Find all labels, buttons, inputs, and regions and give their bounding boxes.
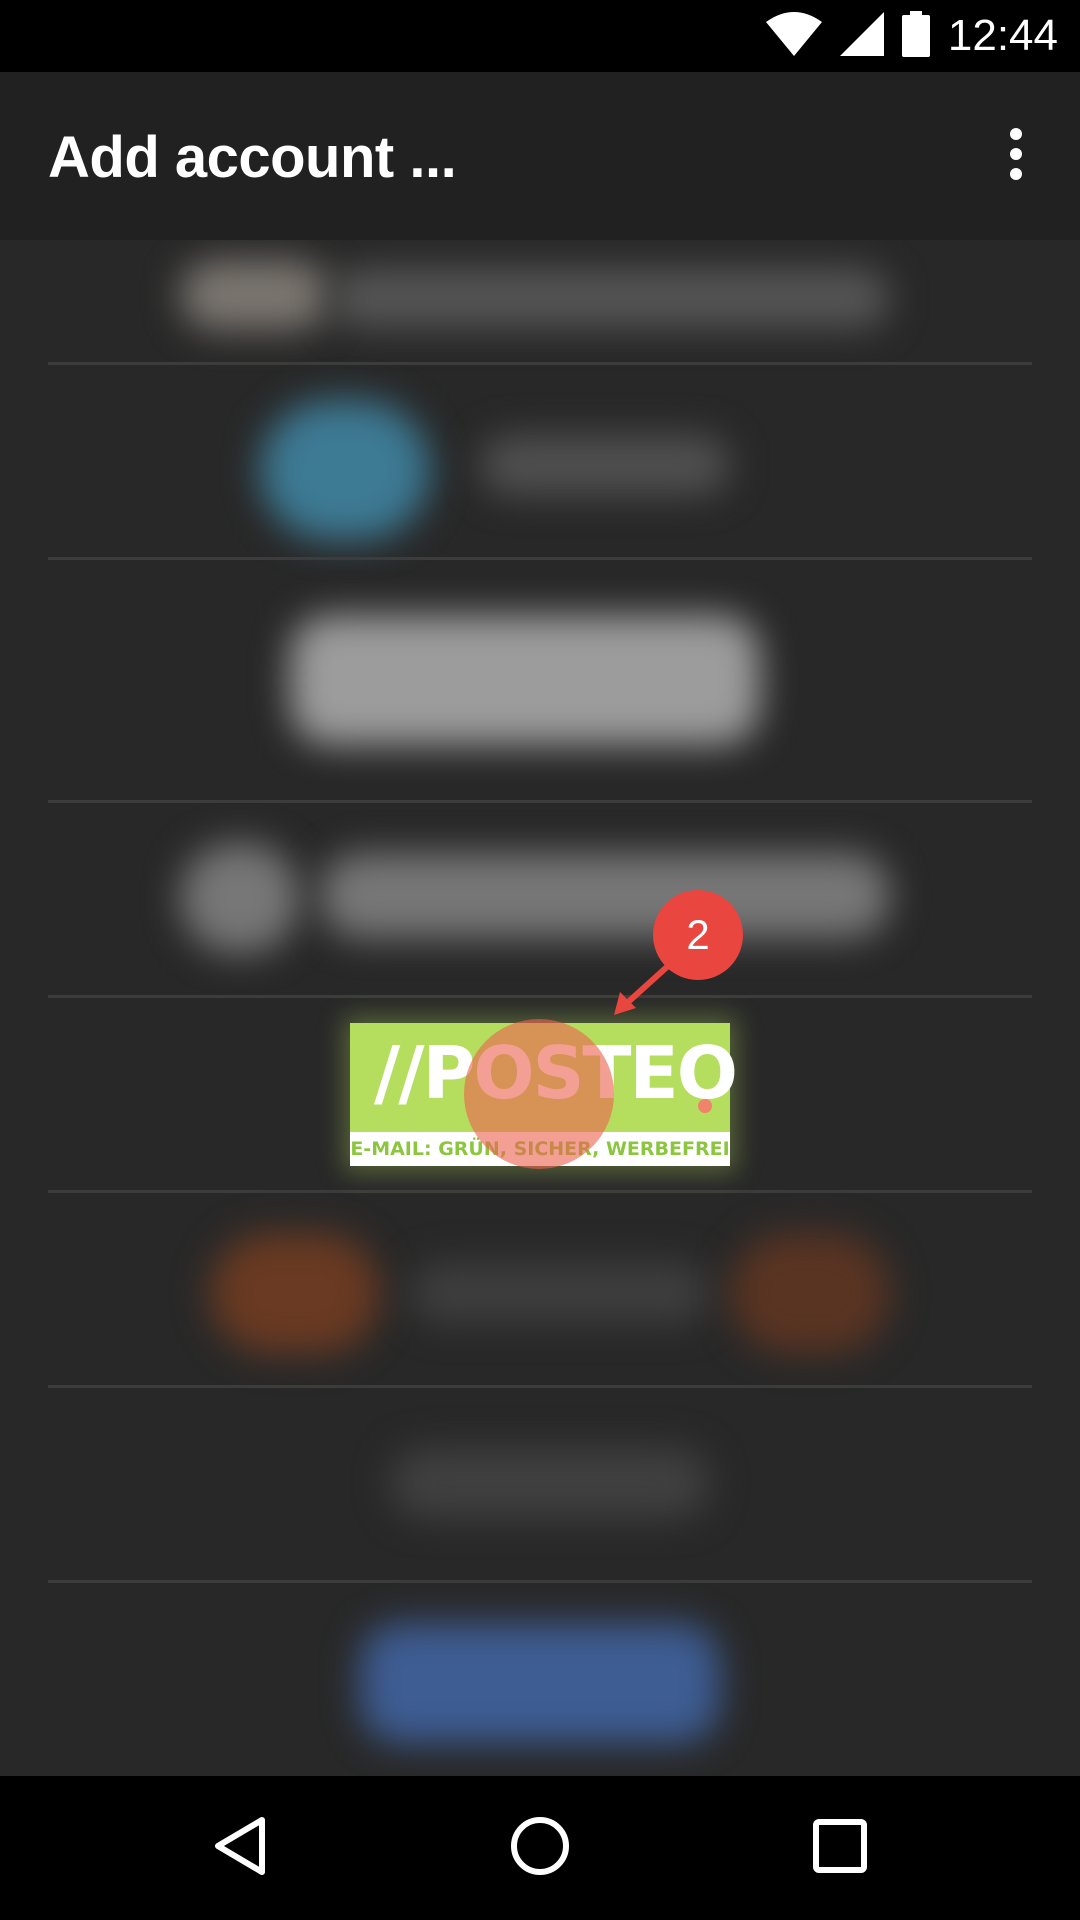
app-bar: Add account ... — [0, 72, 1080, 240]
list-item[interactable] — [0, 365, 1080, 557]
battery-icon — [901, 11, 930, 61]
cell-signal-icon — [839, 12, 884, 60]
home-button[interactable] — [500, 1808, 580, 1888]
status-time: 12:44 — [947, 11, 1058, 60]
tap-indicator — [464, 1019, 614, 1169]
list-item[interactable] — [0, 560, 1080, 800]
list-item[interactable] — [0, 1583, 1080, 1776]
account-provider-list — [0, 240, 1080, 1776]
list-item[interactable] — [0, 803, 1080, 995]
wifi-icon — [765, 12, 822, 60]
list-item[interactable] — [0, 1388, 1080, 1580]
back-icon — [210, 1814, 270, 1882]
status-icons: 12:44 — [765, 0, 1058, 72]
recents-icon — [812, 1818, 868, 1878]
list-item[interactable] — [0, 1193, 1080, 1385]
page-title: Add account ... — [48, 125, 457, 190]
status-bar: 12:44 — [0, 0, 1080, 72]
home-icon — [508, 1814, 572, 1882]
overflow-menu-button[interactable] — [982, 120, 1050, 192]
more-vert-icon — [1008, 128, 1024, 184]
recents-button[interactable] — [800, 1808, 880, 1888]
divider — [48, 995, 1032, 998]
posteo-dot — [698, 1099, 712, 1113]
step-badge: 2 — [653, 890, 743, 980]
navigation-bar — [0, 1776, 1080, 1920]
back-button[interactable] — [200, 1808, 280, 1888]
list-item[interactable] — [0, 240, 1080, 362]
